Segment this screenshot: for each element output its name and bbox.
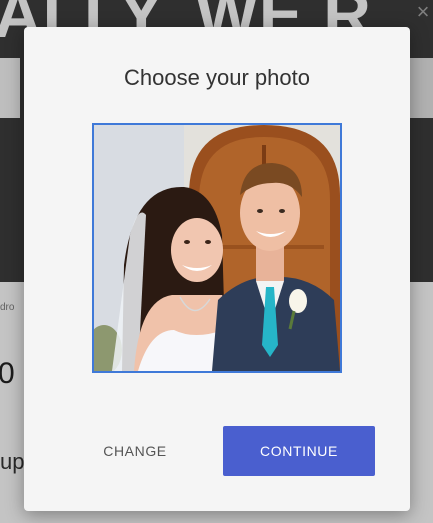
dialog-title: Choose your photo xyxy=(124,65,310,90)
change-button[interactable]: CHANGE xyxy=(90,429,180,473)
continue-button[interactable]: CONTINUE xyxy=(223,426,375,476)
photo-image xyxy=(94,125,340,371)
selected-photo xyxy=(92,123,342,373)
choose-photo-dialog: Choose your photo CHANGE CONTINUE xyxy=(24,27,410,511)
